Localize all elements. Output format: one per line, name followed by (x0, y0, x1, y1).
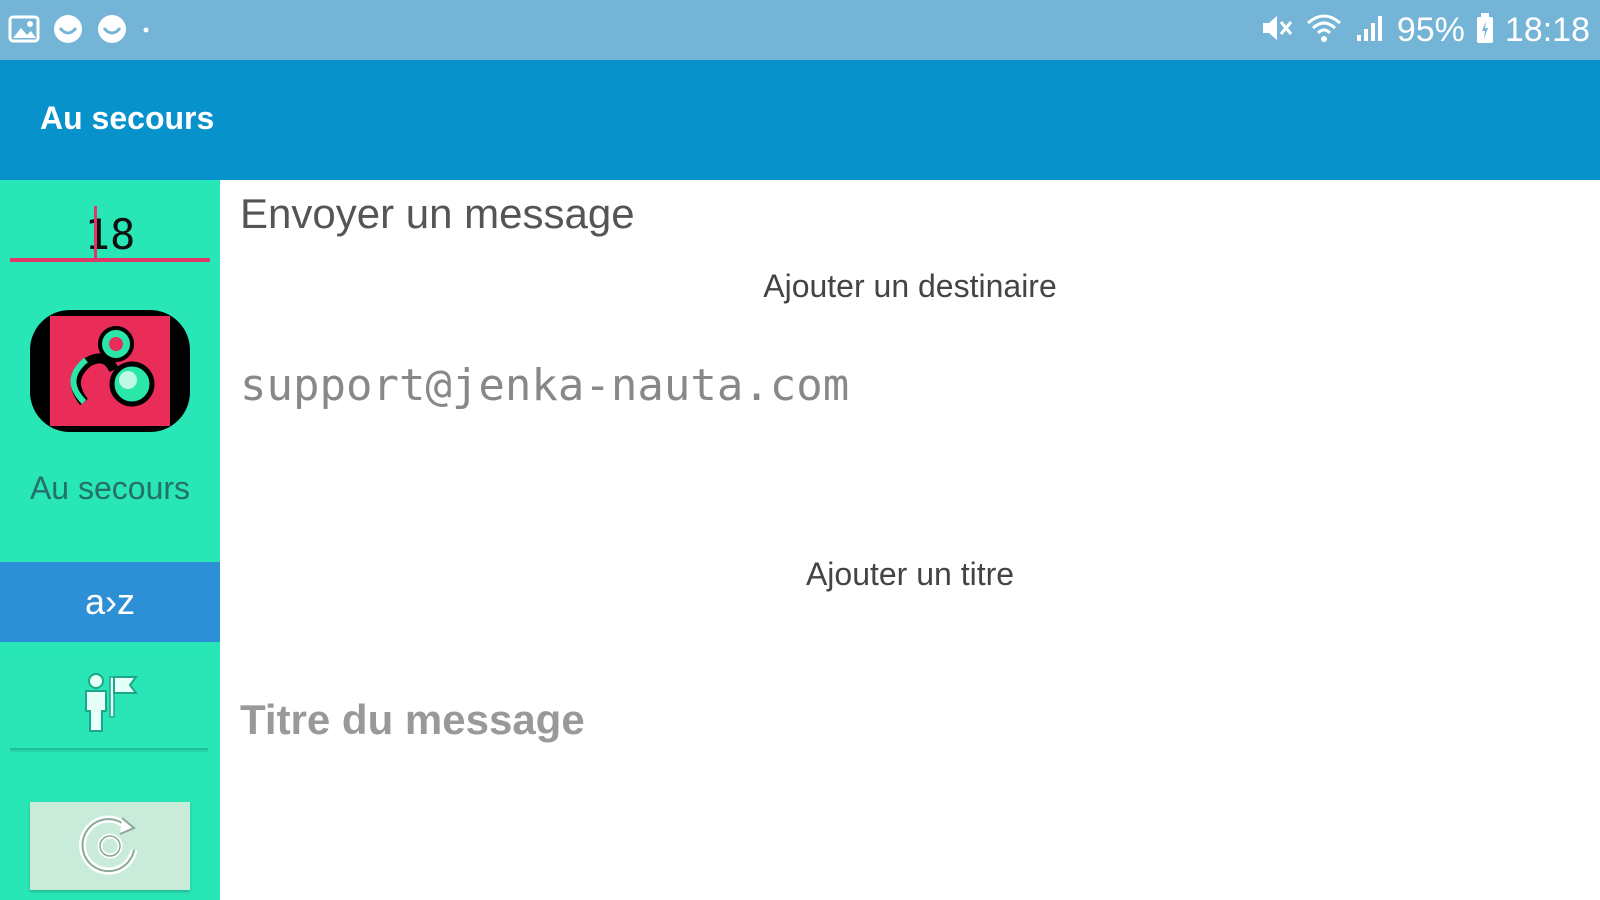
number-input[interactable]: 18 (10, 200, 210, 262)
person-flag-button[interactable] (10, 660, 208, 750)
alphabetical-sort-button[interactable]: a›z (0, 562, 220, 642)
status-left-icons (8, 13, 152, 50)
person-flag-icon (78, 671, 140, 738)
az-label: a›z (84, 581, 135, 622)
number-value: 18 (84, 210, 136, 259)
signal-icon (1353, 11, 1387, 50)
smiley-icon (96, 13, 128, 50)
image-icon (8, 14, 40, 49)
mute-icon (1259, 11, 1295, 50)
refresh-button[interactable] (30, 802, 190, 890)
message-form: Envoyer un message Ajouter un destinaire… (220, 180, 1600, 900)
status-bar: 95% 18:18 (0, 0, 1600, 60)
app-bar: Au secours (0, 60, 1600, 180)
section-title: Envoyer un message (240, 190, 635, 237)
message-title-field[interactable]: Titre du message (240, 696, 1540, 744)
smiley-icon (52, 13, 84, 50)
recipient-email-field[interactable]: support@jenka-nauta.com (240, 360, 1540, 411)
sidebar: 18 Au secours a›z (0, 180, 220, 900)
app-logo[interactable] (22, 310, 198, 432)
wifi-icon (1305, 11, 1343, 50)
dot-icon (140, 23, 152, 41)
add-recipient-label: Ajouter un destinaire (763, 268, 1057, 304)
clock: 18:18 (1504, 10, 1590, 49)
refresh-icon (78, 812, 142, 881)
app-bar-title: Au secours (40, 100, 215, 136)
status-right-icons: 95% 18:18 (1259, 8, 1590, 52)
app-label: Au secours (29, 470, 191, 506)
battery-icon (1475, 11, 1495, 50)
add-title-label: Ajouter un titre (805, 556, 1015, 592)
battery-percent: 95% (1396, 10, 1465, 49)
text-caret (94, 206, 97, 262)
